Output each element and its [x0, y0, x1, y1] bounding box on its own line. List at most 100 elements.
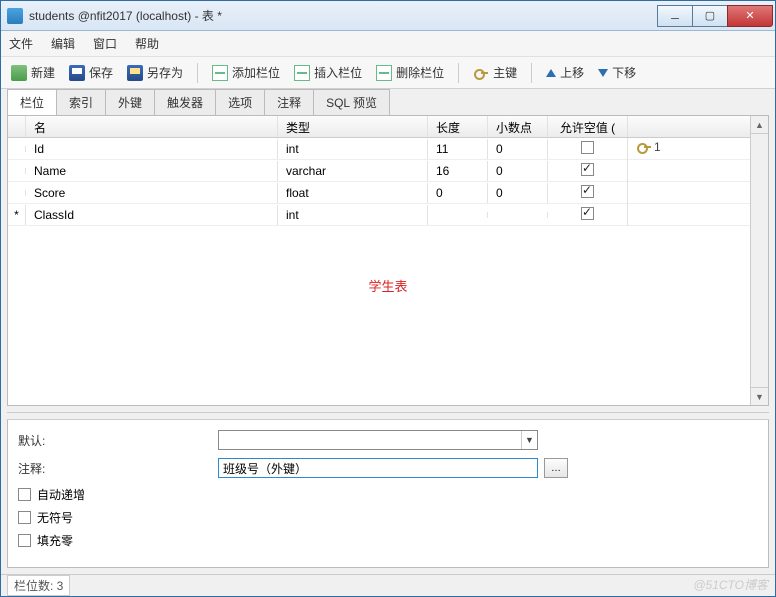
cell-type[interactable]: varchar	[278, 161, 428, 181]
comment-input[interactable]	[218, 458, 538, 478]
saveas-button[interactable]: 另存为	[123, 62, 187, 83]
move-down-button[interactable]: 下移	[594, 62, 640, 83]
zerofill-checkbox[interactable]	[18, 534, 31, 547]
new-button[interactable]: 新建	[7, 62, 59, 83]
row-marker	[8, 190, 26, 196]
key-icon	[636, 139, 652, 155]
grid-header: 名 类型 长度 小数点 允许空值 (	[8, 116, 768, 138]
col-decimal[interactable]: 小数点	[488, 116, 548, 137]
grid-body: Idint1101Namevarchar160Scorefloat00*Clas…	[8, 138, 768, 226]
table-row[interactable]: *ClassIdint	[8, 204, 768, 226]
comment-more-button[interactable]: …	[544, 458, 568, 478]
cell-key[interactable]	[628, 190, 768, 196]
col-nullable[interactable]: 允许空值 (	[548, 116, 628, 137]
toolbar: 新建 保存 另存为 添加栏位 插入栏位 删除栏位 主键 上移 下移	[1, 57, 775, 89]
close-button[interactable]	[727, 5, 773, 27]
vertical-scrollbar[interactable]: ▲ ▼	[750, 116, 768, 405]
cell-length[interactable]: 11	[428, 139, 488, 159]
col-length[interactable]: 长度	[428, 116, 488, 137]
cell-length[interactable]: 0	[428, 183, 488, 203]
maximize-button[interactable]	[692, 5, 728, 27]
col-type[interactable]: 类型	[278, 116, 428, 137]
row-marker	[8, 146, 26, 152]
cell-nullable[interactable]	[548, 182, 628, 204]
minimize-button[interactable]	[657, 5, 693, 27]
nullable-checkbox[interactable]	[581, 163, 594, 176]
tab-options[interactable]: 选项	[215, 89, 265, 115]
cell-type[interactable]: float	[278, 183, 428, 203]
nullable-checkbox[interactable]	[581, 141, 594, 154]
table-row[interactable]: Idint110 1	[8, 138, 768, 160]
cell-length[interactable]	[428, 212, 488, 218]
tab-fields[interactable]: 栏位	[7, 89, 57, 115]
saveas-icon	[127, 65, 143, 81]
cell-nullable[interactable]	[548, 160, 628, 182]
tab-bar: 栏位 索引 外键 触发器 选项 注释 SQL 预览	[1, 89, 775, 115]
move-up-button[interactable]: 上移	[542, 62, 588, 83]
menu-bar: 文件 编辑 窗口 帮助	[1, 31, 775, 57]
scroll-up-icon[interactable]: ▲	[751, 116, 768, 134]
tab-sqlpreview[interactable]: SQL 预览	[313, 89, 390, 115]
default-label: 默认:	[18, 432, 218, 449]
cell-name[interactable]: Score	[26, 183, 278, 203]
title-bar[interactable]: students @nfit2017 (localhost) - 表 *	[1, 1, 775, 31]
menu-file[interactable]: 文件	[9, 35, 33, 52]
unsigned-row[interactable]: 无符号	[18, 509, 758, 526]
scroll-down-icon[interactable]: ▼	[751, 387, 768, 405]
tab-foreignkeys[interactable]: 外键	[105, 89, 155, 115]
cell-name[interactable]: Name	[26, 161, 278, 181]
cell-name[interactable]: Id	[26, 139, 278, 159]
cell-name[interactable]: ClassId	[26, 205, 278, 225]
cell-type[interactable]: int	[278, 205, 428, 225]
col-key[interactable]	[628, 116, 768, 137]
menu-edit[interactable]: 编辑	[51, 35, 75, 52]
insert-field-icon	[294, 65, 310, 81]
zerofill-row[interactable]: 填充零	[18, 532, 758, 549]
table-row[interactable]: Namevarchar160	[8, 160, 768, 182]
chevron-down-icon: ▼	[521, 431, 537, 449]
add-field-button[interactable]: 添加栏位	[208, 62, 284, 83]
primary-key-button[interactable]: 主键	[469, 62, 521, 83]
nullable-checkbox[interactable]	[581, 207, 594, 220]
tab-triggers[interactable]: 触发器	[154, 89, 216, 115]
tab-comments[interactable]: 注释	[264, 89, 314, 115]
cell-decimal[interactable]: 0	[488, 139, 548, 159]
delete-field-icon	[376, 65, 392, 81]
row-marker	[8, 168, 26, 174]
unsigned-checkbox[interactable]	[18, 511, 31, 524]
row-marker: *	[8, 205, 26, 225]
cell-nullable[interactable]	[548, 204, 628, 226]
menu-help[interactable]: 帮助	[135, 35, 159, 52]
cell-decimal[interactable]	[488, 212, 548, 218]
cell-length[interactable]: 16	[428, 161, 488, 181]
autoincrement-checkbox[interactable]	[18, 488, 31, 501]
fields-grid[interactable]: 名 类型 长度 小数点 允许空值 ( Idint1101Namevarchar1…	[8, 116, 768, 226]
arrow-up-icon	[546, 69, 556, 77]
save-button[interactable]: 保存	[65, 62, 117, 83]
app-window: students @nfit2017 (localhost) - 表 * 文件 …	[0, 0, 776, 597]
cell-type[interactable]: int	[278, 139, 428, 159]
window-title: students @nfit2017 (localhost) - 表 *	[29, 7, 658, 24]
table-row[interactable]: Scorefloat00	[8, 182, 768, 204]
cell-key[interactable]	[628, 212, 768, 218]
cell-decimal[interactable]: 0	[488, 183, 548, 203]
col-name[interactable]: 名	[26, 116, 278, 137]
cell-key[interactable]: 1	[628, 136, 768, 161]
autoincrement-row[interactable]: 自动递增	[18, 486, 758, 503]
default-combo[interactable]: ▼	[218, 430, 538, 450]
tab-indexes[interactable]: 索引	[56, 89, 106, 115]
cell-decimal[interactable]: 0	[488, 161, 548, 181]
add-field-icon	[212, 65, 228, 81]
splitter[interactable]	[7, 412, 769, 420]
table-caption: 学生表	[8, 226, 768, 345]
status-text: 栏位数: 3	[7, 575, 70, 596]
cell-key[interactable]	[628, 168, 768, 174]
cell-nullable[interactable]	[548, 138, 628, 160]
status-bar: 栏位数: 3 @51CTO博客	[1, 574, 775, 596]
insert-field-button[interactable]: 插入栏位	[290, 62, 366, 83]
nullable-checkbox[interactable]	[581, 185, 594, 198]
delete-field-button[interactable]: 删除栏位	[372, 62, 448, 83]
save-icon	[69, 65, 85, 81]
separator	[531, 63, 532, 83]
menu-window[interactable]: 窗口	[93, 35, 117, 52]
